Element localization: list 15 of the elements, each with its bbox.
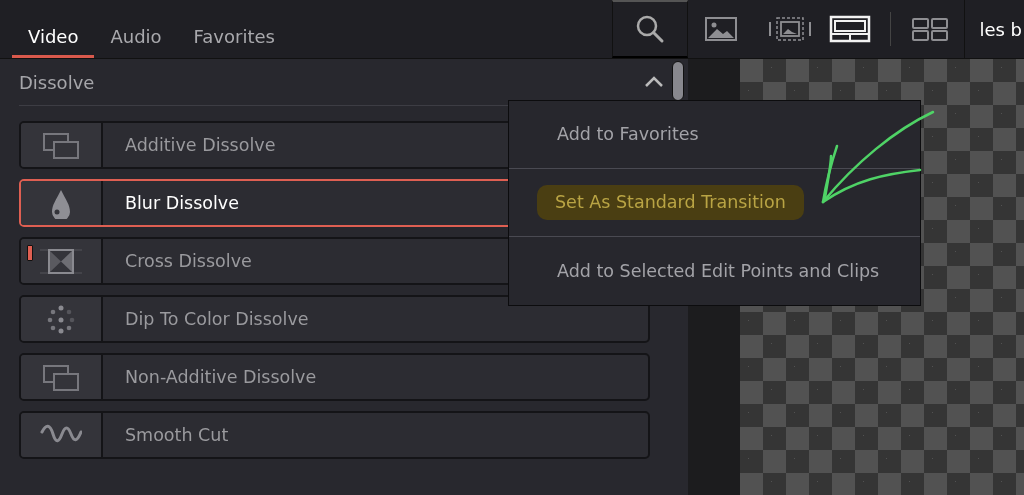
tab[interactable]: Favorites: [177, 0, 291, 58]
panel-title: les b: [964, 0, 1024, 58]
scrollbar-thumb[interactable]: [672, 61, 684, 101]
tab[interactable]: Video: [12, 0, 95, 58]
transition-item[interactable]: Non-Additive Dissolve: [19, 353, 650, 401]
image-strip-icon: [768, 14, 812, 44]
menu-item[interactable]: Set As Standard Transition: [509, 169, 920, 237]
section-title: Dissolve: [19, 70, 95, 95]
chevron-up-icon[interactable]: [644, 76, 664, 88]
tab[interactable]: Audio: [94, 0, 178, 58]
grid-layout-icon: [828, 14, 872, 44]
search-icon: [635, 14, 665, 44]
transition-item[interactable]: Smooth Cut: [19, 411, 650, 459]
menu-item[interactable]: Add to Favorites: [509, 101, 920, 169]
transition-item[interactable]: Dip To Color Dissolve: [19, 295, 650, 343]
